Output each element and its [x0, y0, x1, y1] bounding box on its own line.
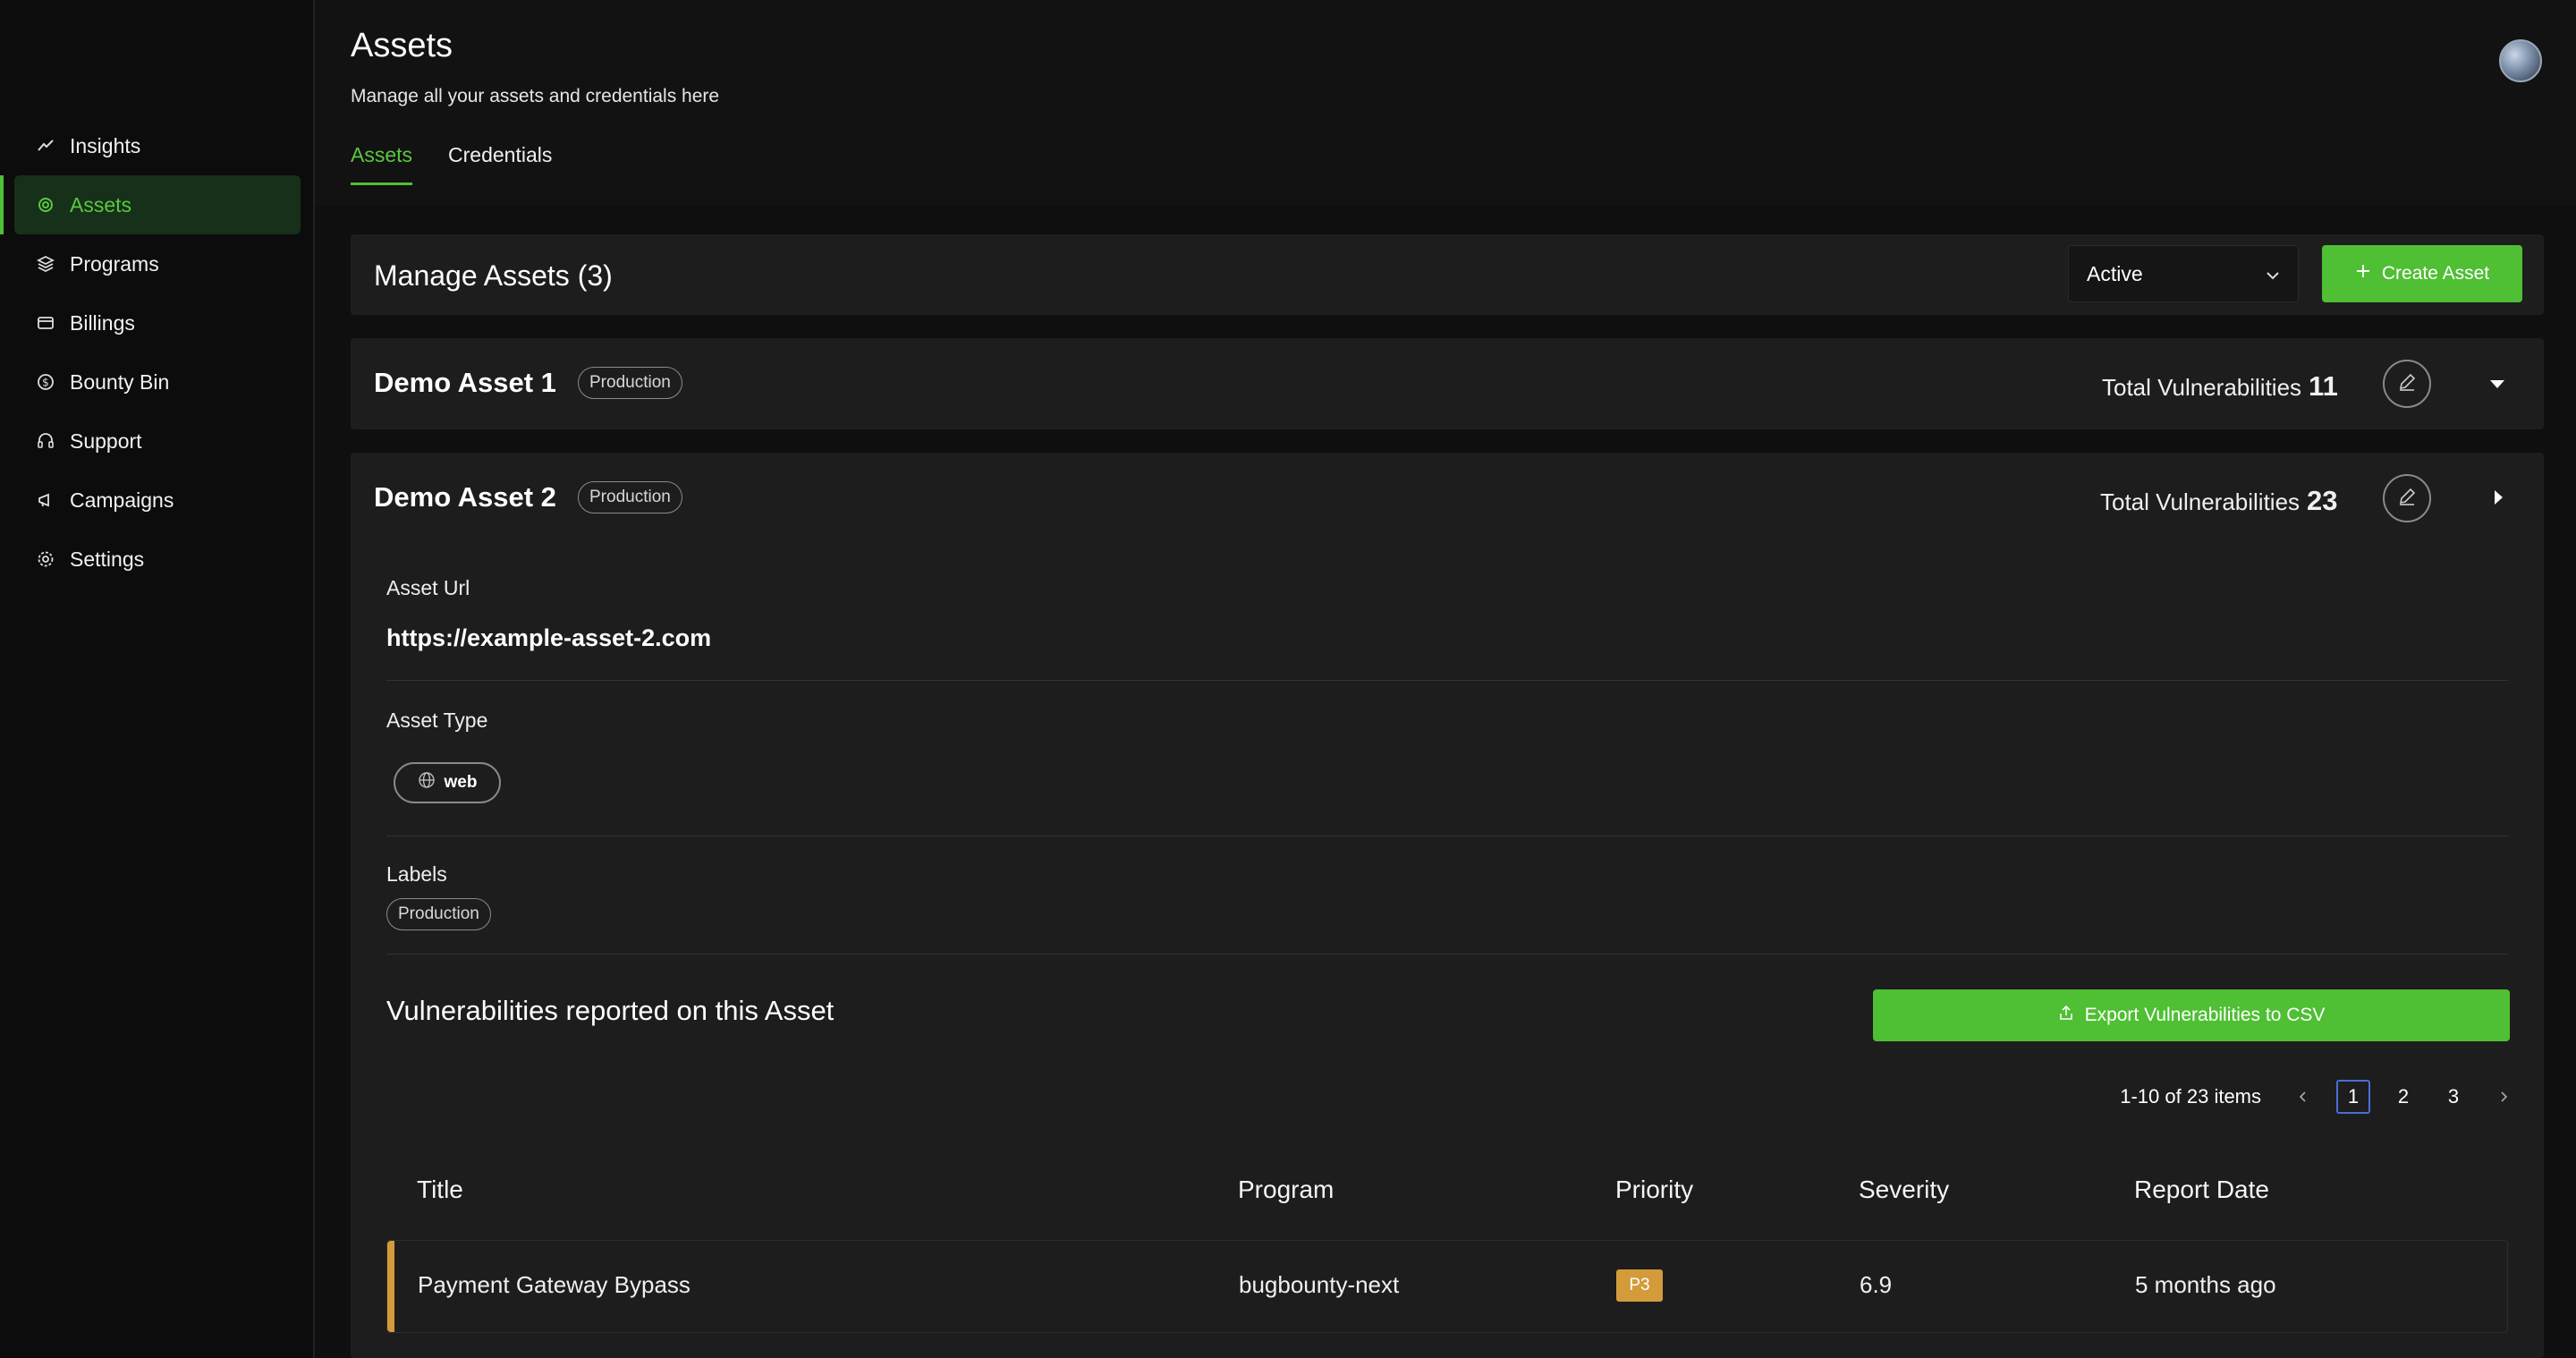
edit-asset-button[interactable] — [2383, 474, 2431, 522]
divider — [386, 680, 2508, 681]
vuln-program: bugbounty-next — [1239, 1271, 1400, 1298]
column-header-severity[interactable]: Severity — [1859, 1176, 1949, 1204]
campaigns-icon — [36, 490, 55, 510]
chevron-right-icon[interactable] — [2487, 1080, 2521, 1114]
total-vulnerabilities-label: Total Vulnerabilities — [2100, 488, 2301, 515]
page-button-1[interactable]: 1 — [2336, 1080, 2370, 1114]
sidebar-item-bounty-bin[interactable]: $ Bounty Bin — [14, 352, 301, 412]
chevron-down-icon — [2264, 266, 2282, 290]
page-subtitle: Manage all your assets and credentials h… — [351, 86, 720, 106]
sidebar-item-support[interactable]: Support — [14, 412, 301, 471]
page-button-2[interactable]: 2 — [2386, 1080, 2420, 1114]
column-header-report-date[interactable]: Report Date — [2134, 1176, 2269, 1204]
total-vulnerabilities-count: 23 — [2307, 485, 2338, 516]
sidebar-item-label: Programs — [70, 251, 159, 276]
assets-icon — [36, 195, 55, 215]
total-vulnerabilities-label: Total Vulnerabilities — [2102, 374, 2302, 401]
create-asset-label: Create Asset — [2381, 263, 2490, 284]
pagination-summary: 1-10 of 23 items — [2120, 1085, 2261, 1108]
export-csv-button[interactable]: Export Vulnerabilities to CSV — [1873, 989, 2510, 1041]
manage-assets-bar: Manage Assets (3) Active Create Asset — [351, 234, 2544, 315]
manage-assets-title: Manage Assets (3) — [374, 259, 613, 292]
asset-name: Demo Asset 2 — [374, 481, 556, 513]
edit-asset-button[interactable] — [2383, 360, 2431, 408]
status-select-value: Active — [2087, 261, 2143, 285]
vuln-report-date: 5 months ago — [2135, 1271, 2276, 1298]
asset-type-value: web — [444, 773, 478, 792]
tab-credentials[interactable]: Credentials — [448, 143, 552, 185]
page-button-3[interactable]: 3 — [2436, 1080, 2470, 1114]
svg-text:$: $ — [42, 377, 49, 389]
labels-label: Labels — [386, 862, 447, 886]
asset-type-label: Asset Type — [386, 709, 488, 732]
page-title: Assets — [351, 27, 453, 64]
create-asset-button[interactable]: Create Asset — [2322, 245, 2522, 302]
plus-icon — [2355, 263, 2371, 284]
tab-bar: Assets Credentials — [351, 143, 552, 185]
sidebar-item-label: Campaigns — [70, 488, 174, 512]
sidebar-item-billings[interactable]: Billings — [14, 293, 301, 352]
export-icon — [2058, 1005, 2074, 1026]
chevron-left-icon[interactable] — [2286, 1080, 2320, 1114]
pencil-icon — [2396, 486, 2418, 512]
vulnerabilities-section-title: Vulnerabilities reported on this Asset — [386, 995, 835, 1026]
priority-badge: P3 — [1616, 1269, 1663, 1302]
status-select[interactable]: Active — [2068, 245, 2299, 302]
column-header-priority[interactable]: Priority — [1615, 1176, 1693, 1204]
programs-icon — [36, 254, 55, 274]
caret-right-icon[interactable] — [2490, 488, 2508, 506]
sidebar-item-programs[interactable]: Programs — [14, 234, 301, 293]
environment-badge: Production — [578, 367, 682, 399]
column-header-title[interactable]: Title — [417, 1176, 463, 1204]
table-header: Title Program Priority Severity Report D… — [386, 1159, 2508, 1222]
insights-icon — [36, 136, 55, 156]
support-icon — [36, 431, 55, 451]
vuln-severity: 6.9 — [1860, 1271, 1893, 1298]
sidebar: Insights Assets Programs Billings $ Boun… — [0, 0, 315, 1358]
sidebar-item-label: Bounty Bin — [70, 369, 170, 394]
asset-url-label: Asset Url — [386, 576, 470, 599]
vuln-title[interactable]: Payment Gateway Bypass — [418, 1271, 691, 1299]
caret-down-icon[interactable] — [2488, 376, 2506, 394]
environment-badge: Production — [578, 481, 682, 513]
sidebar-item-label: Insights — [70, 133, 141, 157]
column-header-program[interactable]: Program — [1238, 1176, 1334, 1204]
settings-icon — [36, 549, 55, 569]
asset-type-pill: web — [394, 762, 501, 803]
asset-card: Demo Asset 1 Production Total Vulnerabil… — [351, 338, 2544, 429]
globe-icon — [418, 771, 436, 794]
label-badge: Production — [386, 898, 491, 930]
sidebar-item-label: Billings — [70, 310, 135, 335]
asset-url-value: https://example-asset-2.com — [386, 624, 712, 651]
asset-name: Demo Asset 1 — [374, 367, 556, 398]
sidebar-item-insights[interactable]: Insights — [14, 116, 301, 175]
pencil-icon — [2396, 371, 2418, 397]
sidebar-item-assets[interactable]: Assets — [0, 175, 301, 234]
sidebar-item-label: Assets — [70, 192, 132, 216]
table-row[interactable]: Payment Gateway Bypass bugbounty-next P3… — [386, 1240, 2508, 1333]
sidebar-item-label: Support — [70, 429, 142, 453]
total-vulnerabilities: Total Vulnerabilities 11 — [2102, 370, 2338, 403]
total-vulnerabilities: Total Vulnerabilities 23 — [2100, 485, 2338, 517]
avatar[interactable] — [2499, 39, 2542, 82]
sidebar-item-campaigns[interactable]: Campaigns — [14, 471, 301, 530]
pagination: 1-10 of 23 items 1 2 3 — [1286, 1075, 2521, 1118]
sidebar-nav: Insights Assets Programs Billings $ Boun… — [0, 116, 315, 589]
divider — [386, 954, 2508, 955]
tab-assets[interactable]: Assets — [351, 143, 413, 185]
export-csv-label: Export Vulnerabilities to CSV — [2084, 1005, 2326, 1025]
total-vulnerabilities-count: 11 — [2309, 370, 2338, 402]
billings-icon — [36, 313, 55, 333]
asset-card: Demo Asset 2 Production Total Vulnerabil… — [351, 453, 2544, 1358]
sidebar-item-settings[interactable]: Settings — [14, 530, 301, 589]
bounty-bin-icon: $ — [36, 372, 55, 392]
sidebar-item-label: Settings — [70, 547, 145, 571]
